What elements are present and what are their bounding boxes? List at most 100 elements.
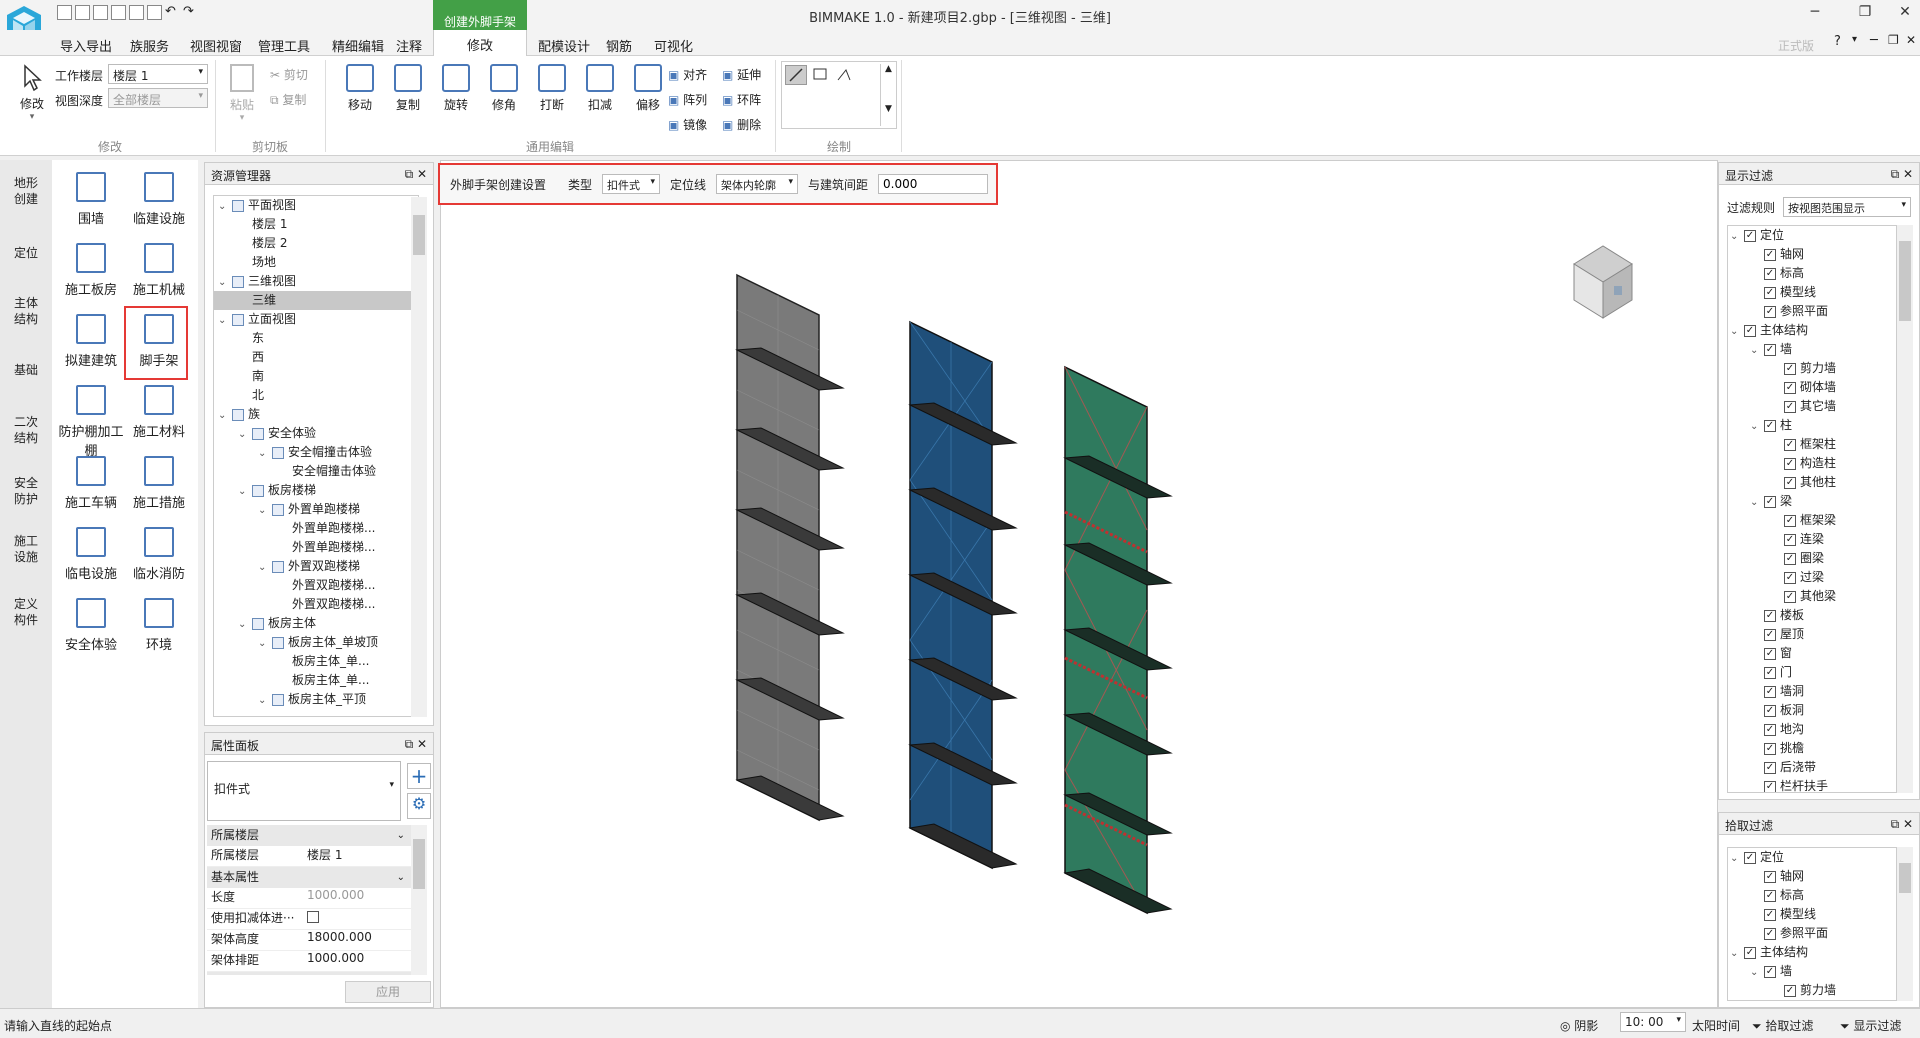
display-filter-row-15[interactable]: ✓ 框架梁 [1728,511,1896,530]
display-filter-checkbox[interactable]: ✓ [1764,723,1776,736]
catalog-item-8[interactable]: 施工车辆 [56,456,126,511]
display-filter-checkbox[interactable]: ✓ [1784,533,1796,546]
nav-item-2[interactable]: 主体结构 [0,295,52,327]
display-filter-row-7[interactable]: ✓ 剪力墙 [1728,359,1896,378]
ribbon-minimize-icon[interactable]: ─ [1870,33,1878,48]
resource-row-21[interactable]: 外置双跑楼梯... [214,595,418,614]
display-filter-row-22[interactable]: ✓ 窗 [1728,644,1896,663]
tree-toggle-icon[interactable]: ⌄ [1730,322,1744,341]
pick-filter-row-3[interactable]: ✓ 模型线 [1728,905,1896,924]
display-filter-row-14[interactable]: ⌄ ✓ 梁 [1728,492,1896,511]
catalog-item-1[interactable]: 临建设施 [124,172,194,227]
menu-5[interactable]: 注释 [396,36,422,55]
display-filter-row-0[interactable]: ⌄ ✓ 定位 [1728,226,1896,245]
tree-toggle-icon[interactable]: ⌄ [238,425,252,444]
resource-row-5[interactable]: 三维 [214,291,418,310]
pick-filter-row-7[interactable]: ✓ 剪力墙 [1728,981,1896,1000]
display-filter-row-28[interactable]: ✓ 后浇带 [1728,758,1896,777]
property-scrollbar[interactable] [411,825,427,975]
small-tool-2[interactable]: ▣ 阵列 [668,91,707,108]
scaffold-models[interactable] [445,210,1715,1000]
display-filter-checkbox[interactable]: ✓ [1764,248,1776,261]
pick-filter-row-5[interactable]: ⌄ ✓ 主体结构 [1728,943,1896,962]
prop-section-0[interactable]: 所属楼层 ⌄ [207,825,411,846]
copy-small-button[interactable]: ⧉ 复制 [270,91,306,108]
catalog-item-12[interactable]: 安全体验 [56,598,126,653]
resource-row-2[interactable]: 楼层 2 [214,234,418,253]
display-filter-row-26[interactable]: ✓ 地沟 [1728,720,1896,739]
display-filter-row-23[interactable]: ✓ 门 [1728,663,1896,682]
catalog-item-13[interactable]: 环境 [124,598,194,653]
panel-close-icon[interactable]: ⧉ ✕ [1891,167,1913,182]
display-filter-checkbox[interactable]: ✓ [1784,457,1796,470]
resource-row-12[interactable]: ⌄ 安全体验 [214,424,418,443]
small-tool-5[interactable]: ▣ 删除 [722,116,761,133]
nav-item-4[interactable]: 二次结构 [0,414,52,446]
resource-row-24[interactable]: 板房主体_单... [214,652,418,671]
view-cube-icon[interactable] [1560,236,1646,324]
menu-9[interactable]: 可视化 [654,36,693,55]
display-filter-checkbox[interactable]: ✓ [1784,590,1796,603]
pick-filter-scrollbar[interactable] [1897,847,1913,1001]
display-filter-checkbox[interactable]: ✓ [1764,704,1776,717]
locate-line-select[interactable]: 架体内轮廓 ▾ [716,174,798,194]
minimize-icon[interactable]: ─ [1800,4,1830,20]
pick-line-icon[interactable] [834,65,856,85]
add-type-icon[interactable]: + [407,763,431,789]
line-draw-icon[interactable] [785,65,807,85]
close-icon[interactable]: ✕ [1890,4,1920,20]
resource-row-22[interactable]: ⌄ 板房主体 [214,614,418,633]
pick-filter-row-0[interactable]: ⌄ ✓ 定位 [1728,848,1896,867]
display-filter-row-21[interactable]: ✓ 屋顶 [1728,625,1896,644]
shadow-toggle[interactable]: ◎ 阴影 [1560,1017,1598,1034]
tree-toggle-icon[interactable]: ⌄ [1750,493,1764,512]
prop-checkbox[interactable] [307,910,319,923]
type-selector[interactable]: 扣件式 ▾ [207,761,401,821]
section-chevron-icon[interactable]: ⌄ [397,867,405,888]
scaffold-model-gray[interactable] [735,273,845,822]
display-filter-row-19[interactable]: ✓ 其他梁 [1728,587,1896,606]
pick-filter-checkbox[interactable]: ✓ [1764,889,1776,902]
display-filter-checkbox[interactable]: ✓ [1764,628,1776,641]
pick-filter-checkbox[interactable]: ✓ [1744,946,1756,959]
display-filter-row-6[interactable]: ⌄ ✓ 墙 [1728,340,1896,359]
display-filter-checkbox[interactable]: ✓ [1764,780,1776,792]
pick-filter-checkbox[interactable]: ✓ [1784,984,1796,997]
tool-0[interactable]: 移动 [338,64,382,113]
catalog-item-3[interactable]: 施工机械 [124,243,194,298]
tree-toggle-icon[interactable]: ⌄ [1730,849,1744,868]
resource-row-11[interactable]: ⌄ 族 [214,405,418,424]
display-filter-row-13[interactable]: ✓ 其他柱 [1728,473,1896,492]
catalog-item-0[interactable]: 围墙 [56,172,126,227]
tree-toggle-icon[interactable]: ⌄ [258,634,272,653]
prop-value-4[interactable] [307,909,411,929]
catalog-item-9[interactable]: 施工措施 [124,456,194,511]
type-select[interactable]: 扣件式 ▾ [602,174,660,194]
catalog-item-2[interactable]: 施工板房 [56,243,126,298]
display-filter-checkbox[interactable]: ✓ [1784,552,1796,565]
tool-2[interactable]: 旋转 [434,64,478,113]
tree-toggle-icon[interactable]: ⌄ [258,558,272,577]
display-filter-checkbox[interactable]: ✓ [1784,476,1796,489]
tool-4[interactable]: 打断 [530,64,574,113]
panel-close-icon[interactable]: ⧉ ✕ [405,167,427,182]
resource-row-1[interactable]: 楼层 1 [214,215,418,234]
resource-row-13[interactable]: ⌄ 安全帽撞击体验 [214,443,418,462]
prop-value-6[interactable]: 1000.000 [307,951,411,971]
display-filter-checkbox[interactable]: ✓ [1744,229,1756,242]
tool-5[interactable]: 扣减 [578,64,622,113]
prop-section-7[interactable]: 定位属性⌄ [207,972,411,975]
pick-filter-checkbox[interactable]: ✓ [1764,908,1776,921]
help-dropdown-icon[interactable]: ▾ [1852,34,1857,45]
nav-item-7[interactable]: 定义构件 [0,596,52,628]
scaffold-model-green[interactable] [1063,365,1173,915]
resource-row-18[interactable]: 外置单跑楼梯... [214,538,418,557]
menu-2[interactable]: 视图视窗 [190,36,242,55]
resource-row-19[interactable]: ⌄ 外置双跑楼梯 [214,557,418,576]
small-tool-1[interactable]: ▣ 延伸 [722,66,761,83]
resource-row-20[interactable]: 外置双跑楼梯... [214,576,418,595]
display-filter-row-3[interactable]: ✓ 模型线 [1728,283,1896,302]
menu-3[interactable]: 管理工具 [258,36,310,55]
resource-row-4[interactable]: ⌄ 三维视图 [214,272,418,291]
resource-row-9[interactable]: 南 [214,367,418,386]
